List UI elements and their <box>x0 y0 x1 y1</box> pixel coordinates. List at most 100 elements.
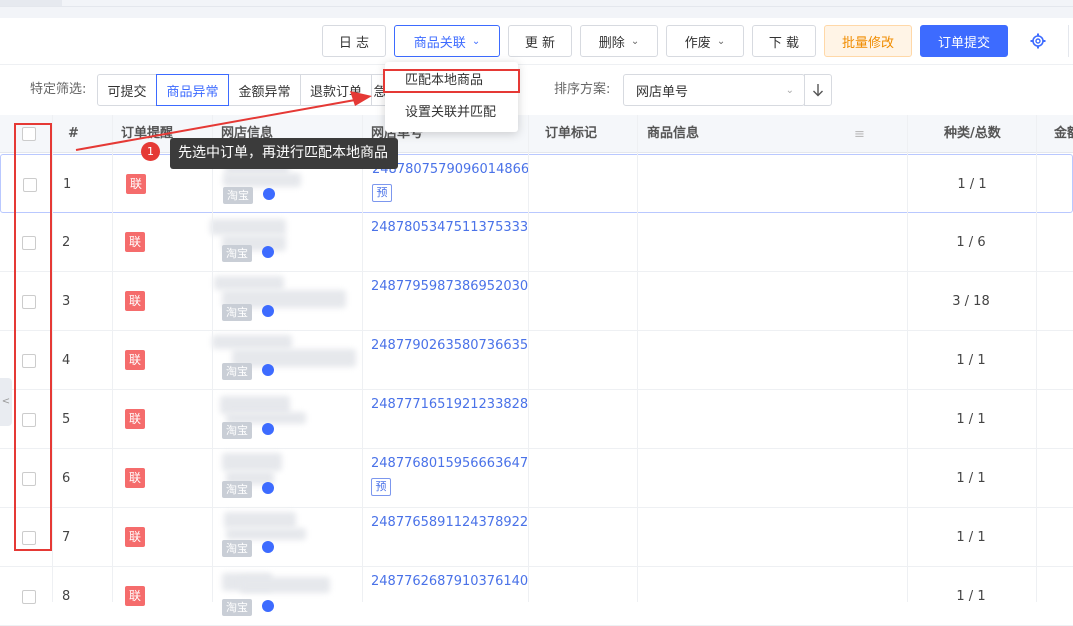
header-amount: 金额 <box>1054 126 1073 141</box>
gear-icon[interactable] <box>1028 25 1048 57</box>
platform-tag: 淘宝 <box>223 187 253 204</box>
blurred-shop-name <box>224 512 296 528</box>
filter-bar: 特定筛选: 可提交 商品异常 金额异常 退款订单 急 排序方案: 网店单号 ⌄ <box>0 74 1073 106</box>
row-index: 5 <box>62 412 71 427</box>
toolbar: 日 志 商品关联 ⌄ 更 新 删除 ⌄ 作废 ⌄ 下 载 批量修改 订单提交 <box>0 25 1073 57</box>
relate-tag: 联 <box>125 232 145 252</box>
table-row[interactable]: 4 联淘宝 2487790263580736635 1 / 1 <box>0 331 1073 390</box>
platform-tag: 淘宝 <box>222 481 252 498</box>
filter-label: 特定筛选: <box>30 82 87 97</box>
table-row[interactable]: 7 联淘宝 2487765891124378922 1 / 1 <box>0 508 1073 567</box>
void-button[interactable]: 作废 ⌄ <box>666 25 744 57</box>
filter-option-refund[interactable]: 退款订单 <box>300 74 372 106</box>
column-divider <box>212 115 213 602</box>
column-divider <box>637 115 638 602</box>
blurred-shop-name <box>223 173 301 187</box>
step-badge: 1 <box>141 142 160 161</box>
chat-icon[interactable] <box>262 246 274 258</box>
platform-tag: 淘宝 <box>222 245 252 262</box>
presale-tag: 预 <box>371 478 391 496</box>
relate-tag: 联 <box>125 350 145 370</box>
arrow-down-icon <box>813 84 823 97</box>
relate-tag: 联 <box>125 586 145 606</box>
order-number-link[interactable]: 2487762687910376140 <box>371 574 528 589</box>
relate-tag: 联 <box>125 291 145 311</box>
chat-icon[interactable] <box>262 423 274 435</box>
header-kinds-total: 种类/总数 <box>944 126 1001 141</box>
filter-option-product-exception[interactable]: 商品异常 <box>156 74 229 106</box>
table-row[interactable]: 3 联淘宝 2487795987386952030 3 / 18 <box>0 272 1073 331</box>
download-label: 下 载 <box>768 35 800 51</box>
order-number-link[interactable]: 2487795987386952030 <box>371 279 528 294</box>
chat-icon[interactable] <box>262 305 274 317</box>
order-number-link[interactable]: 2487771651921233828 <box>371 397 528 412</box>
collapse-handle[interactable]: < <box>0 378 12 426</box>
relate-tag: 联 <box>126 174 146 194</box>
column-divider <box>112 115 113 602</box>
product-relate-label: 商品关联 <box>413 35 466 51</box>
blurred-shop-name <box>214 276 284 290</box>
row-index: 6 <box>62 471 71 486</box>
kinds-total: 1 / 1 <box>956 471 986 486</box>
delete-label: 删除 <box>598 35 625 51</box>
table-row[interactable]: 6 联淘宝 2487768015956663647 预 1 / 1 <box>0 449 1073 508</box>
column-divider <box>52 115 53 602</box>
column-divider <box>1036 115 1037 602</box>
platform-tag: 淘宝 <box>222 304 252 321</box>
log-button[interactable]: 日 志 <box>322 25 386 57</box>
gear-icon-svg <box>1030 33 1046 49</box>
submit-order-label: 订单提交 <box>937 35 990 51</box>
chevron-down-icon: ⌄ <box>785 84 794 96</box>
table-row[interactable]: 5 联淘宝 2487771651921233828 1 / 1 <box>0 390 1073 449</box>
menu-item-set-relate-and-match[interactable]: 设置关联并匹配 <box>385 99 518 127</box>
table-row[interactable]: 2 联淘宝 2487805347511375333 1 / 6 <box>0 213 1073 272</box>
order-number-link[interactable]: 2487805347511375333 <box>371 220 528 235</box>
column-menu-icon[interactable]: ≡ <box>854 127 865 142</box>
chevron-down-icon: ⌄ <box>630 35 640 47</box>
toolbar-separator <box>0 64 1073 65</box>
top-strip <box>0 0 1073 18</box>
header-index: # <box>68 126 79 141</box>
chat-icon[interactable] <box>262 364 274 376</box>
chat-icon[interactable] <box>262 541 274 553</box>
filter-option-submittable[interactable]: 可提交 <box>97 74 157 106</box>
row-index: 7 <box>62 530 71 545</box>
table-row[interactable]: 1 联淘宝 2487807579096014866 预 1 / 1 <box>0 154 1073 213</box>
update-button[interactable]: 更 新 <box>508 25 572 57</box>
row-index: 3 <box>62 294 71 309</box>
product-relate-button[interactable]: 商品关联 ⌄ <box>394 25 500 57</box>
highlight-box-menu-item <box>383 69 520 93</box>
sort-select[interactable]: 网店单号 ⌄ <box>623 74 805 106</box>
batch-edit-button[interactable]: 批量修改 <box>824 25 912 57</box>
blurred-shop-name <box>226 528 306 540</box>
chat-icon[interactable] <box>262 482 274 494</box>
filter-options: 可提交 商品异常 金额异常 退款订单 急 <box>97 74 389 106</box>
order-number-link[interactable]: 2487790263580736635 <box>371 338 528 353</box>
header-order-mark: 订单标记 <box>545 126 598 141</box>
relate-tag: 联 <box>125 409 145 429</box>
blurred-shop-name <box>212 335 292 349</box>
batch-edit-label: 批量修改 <box>841 35 894 51</box>
submit-order-button[interactable]: 订单提交 <box>920 25 1008 57</box>
blurred-shop-name <box>240 577 330 593</box>
blurred-shop-name <box>222 453 282 471</box>
row-index: 8 <box>62 589 71 604</box>
order-number-link[interactable]: 2487765891124378922 <box>371 515 528 530</box>
log-label: 日 志 <box>338 35 370 51</box>
filter-option-amount-exception[interactable]: 金额异常 <box>228 74 301 106</box>
order-number-link[interactable]: 2487768015956663647 <box>371 456 528 471</box>
table-row[interactable]: 8 联淘宝 2487762687910376140 1 / 1 <box>0 567 1073 626</box>
row-index: 2 <box>62 235 71 250</box>
delete-button[interactable]: 删除 ⌄ <box>580 25 658 57</box>
sort-direction-button[interactable] <box>804 74 832 106</box>
void-label: 作废 <box>684 35 711 51</box>
header-product-info: 商品信息 <box>647 126 700 141</box>
kinds-total: 1 / 1 <box>956 353 986 368</box>
update-label: 更 新 <box>524 35 556 51</box>
download-button[interactable]: 下 载 <box>752 25 816 57</box>
toolbar-divider <box>1068 25 1069 57</box>
column-divider <box>907 115 908 602</box>
chat-icon[interactable] <box>263 188 275 200</box>
top-strip-line <box>0 6 1073 7</box>
presale-tag: 预 <box>372 184 392 202</box>
